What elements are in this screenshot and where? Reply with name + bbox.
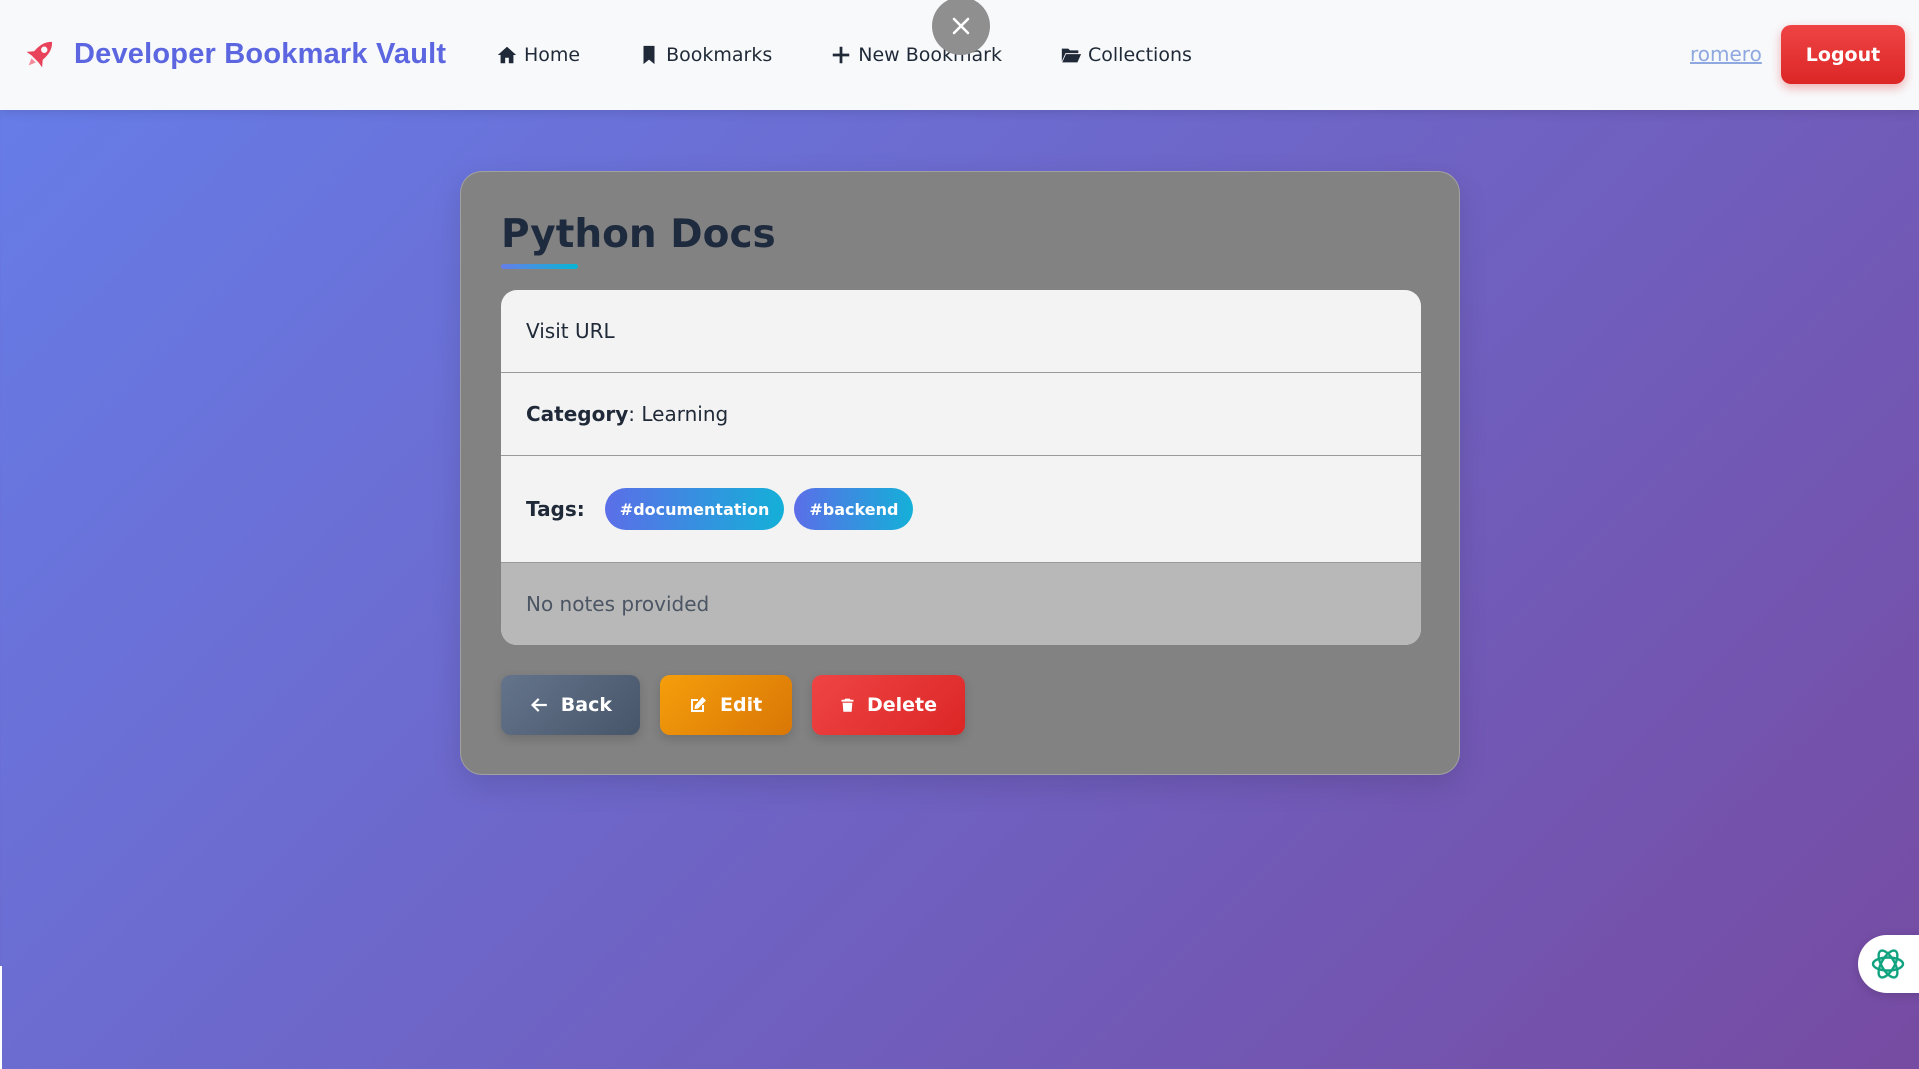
- notes-row: No notes provided: [501, 563, 1421, 645]
- back-button[interactable]: Back: [501, 675, 640, 735]
- assistant-launcher[interactable]: [1858, 935, 1919, 993]
- navbar: Developer Bookmark Vault Home Bookmarks …: [0, 0, 1919, 110]
- nav-collections-label: Collections: [1088, 44, 1192, 66]
- title-underline: [501, 264, 578, 269]
- category-label: Category: [526, 402, 629, 426]
- bookmark-icon: [643, 45, 655, 65]
- plus-icon: [833, 46, 850, 64]
- category-row: Category : Learning: [501, 373, 1421, 456]
- edit-button[interactable]: Edit: [660, 675, 792, 735]
- delete-button[interactable]: Delete: [812, 675, 965, 735]
- arrow-left-icon: [530, 698, 547, 712]
- folder-open-icon: [1061, 48, 1082, 63]
- username-link[interactable]: romero: [1690, 42, 1762, 66]
- logout-button[interactable]: Logout: [1781, 25, 1905, 84]
- action-buttons: Back Edit Delete: [501, 675, 985, 735]
- bookmark-detail-card: Python Docs Visit URL Category : Learnin…: [460, 171, 1460, 775]
- tags-row: Tags: #documentation #backend: [501, 456, 1421, 563]
- category-value: : Learning: [628, 402, 729, 426]
- nav-home[interactable]: Home: [496, 44, 580, 66]
- delete-label: Delete: [866, 694, 937, 716]
- nav-home-label: Home: [524, 44, 581, 66]
- url-row: Visit URL: [501, 290, 1421, 373]
- visit-url-link[interactable]: Visit URL: [526, 319, 615, 343]
- page-title: Python Docs: [501, 212, 776, 257]
- tag-documentation[interactable]: #documentation: [604, 488, 785, 530]
- rocket-icon: [26, 41, 53, 68]
- back-label: Back: [560, 694, 612, 716]
- left-edge-strip: [0, 966, 2, 1069]
- bookmark-details-list: Visit URL Category : Learning Tags: #doc…: [501, 290, 1421, 645]
- nav-bookmarks-label: Bookmarks: [666, 44, 773, 66]
- edit-label: Edit: [720, 694, 763, 716]
- tag-backend[interactable]: #backend: [794, 488, 914, 530]
- brand-link[interactable]: Developer Bookmark Vault: [20, 32, 446, 76]
- close-icon: [952, 17, 970, 35]
- edit-icon: [691, 697, 706, 712]
- brand-title: Developer Bookmark Vault: [74, 37, 447, 70]
- tags-label: Tags:: [526, 497, 585, 521]
- nav-bookmarks[interactable]: Bookmarks: [638, 44, 772, 66]
- assistant-icon: [1871, 949, 1905, 979]
- notes-text: No notes provided: [526, 592, 710, 616]
- trash-icon: [841, 698, 854, 712]
- nav-collections[interactable]: Collections: [1060, 44, 1192, 66]
- home-icon: [497, 46, 517, 64]
- nav-links: Home Bookmarks New Bookmark Collections: [496, 36, 1250, 74]
